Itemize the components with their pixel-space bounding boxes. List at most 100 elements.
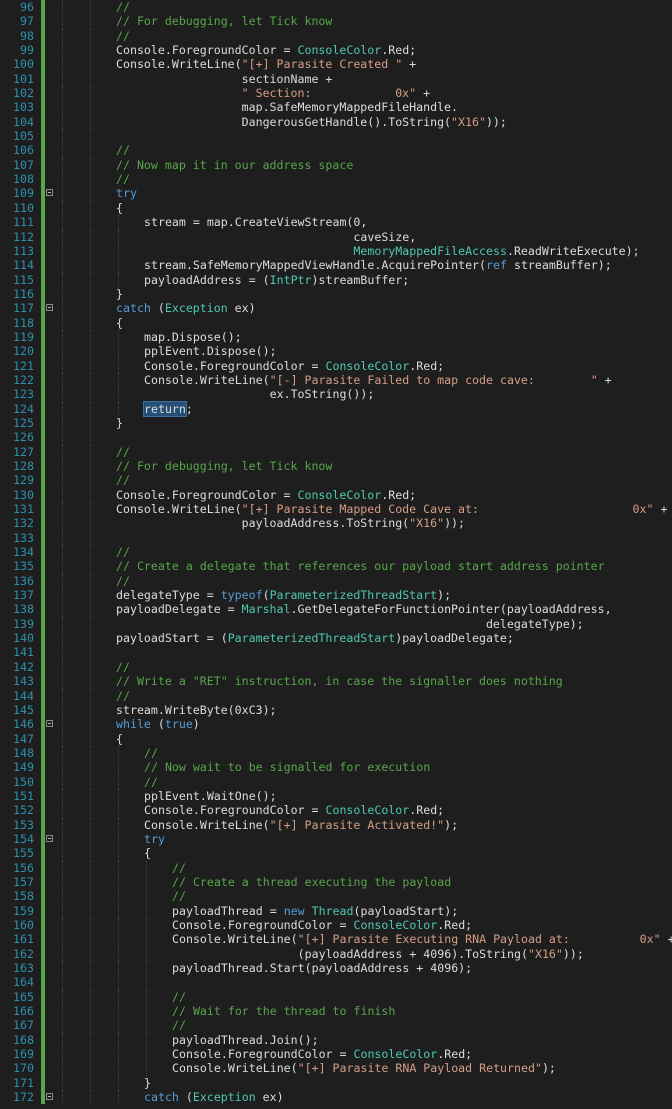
code-line[interactable]: 124 return; (0, 400, 672, 417)
code-line[interactable]: 149 // Now wait to be signalled for execu… (0, 760, 672, 775)
indent-guide (90, 831, 91, 847)
code-line[interactable]: 128 // For debugging, let Tick know (0, 459, 672, 474)
code-line[interactable]: 107 // Now map it in our address space (0, 157, 672, 173)
code-line[interactable]: 102 " Section: 0x" + (0, 86, 672, 101)
code-string: "[+] Parasite Created " (241, 57, 403, 72)
code-line[interactable]: 97 // For debugging, let Tick know (0, 14, 672, 29)
code-line[interactable]: 163 payloadThread.Start(payloadAddress + … (0, 961, 672, 976)
code-line[interactable]: 122 Console.WriteLine("[-] Parasite Faile… (0, 372, 672, 388)
code-line[interactable]: 131 Console.WriteLine("[+] Parasite Mappe… (0, 502, 672, 517)
code-line[interactable]: 172 catch (Exception ex) (0, 1090, 672, 1105)
code-line[interactable]: 130 Console.ForegroundColor = ConsoleColo… (0, 487, 672, 503)
code-line[interactable]: 162 (payloadAddress + 4096).ToString("X1… (0, 946, 672, 962)
code-line[interactable]: 111 stream = map.CreateViewStream(0, (0, 215, 672, 230)
line-number: 163 (13, 961, 34, 976)
code-line[interactable]: 112 caveSize, (0, 229, 672, 244)
code-line[interactable]: 164 (0, 975, 672, 990)
code-line[interactable]: 170 Console.WriteLine("[+] Parasite RNA P… (0, 1061, 672, 1076)
indent-guide (62, 975, 63, 990)
code-line[interactable]: 96 // (0, 0, 672, 15)
collapse-icon[interactable] (46, 189, 53, 197)
code-line[interactable]: 148 // (0, 745, 672, 761)
code-line[interactable]: 132 payloadAddress.ToString("X16")); (0, 516, 672, 531)
code-line[interactable]: 146 while (true) (0, 717, 672, 732)
code-content: payloadDelegate = Marshal.GetDelegateFor… (116, 602, 612, 616)
code-line[interactable]: 167 // (0, 1018, 672, 1033)
code-line[interactable]: 160 Console.ForegroundColor = ConsoleColo… (0, 918, 672, 933)
code-line[interactable]: 138 payloadDelegate = Marshal.GetDelegate… (0, 602, 672, 617)
code-line[interactable]: 140 payloadStart = (ParameterizedThreadSt… (0, 631, 672, 646)
code-line[interactable]: 118 { (0, 315, 672, 330)
code-line[interactable]: 137 delegateType = typeof(ParameterizedTh… (0, 588, 672, 603)
code-line[interactable]: 158 // (0, 889, 672, 904)
code-line[interactable]: 99 Console.ForegroundColor = ConsoleColor… (0, 43, 672, 58)
code-line[interactable]: 142 // (0, 659, 672, 675)
collapse-icon[interactable] (46, 834, 53, 842)
code-line[interactable]: 105 (0, 129, 672, 144)
collapse-icon[interactable] (46, 720, 53, 728)
code-line[interactable]: 108 // (0, 172, 672, 187)
code-line[interactable]: 153 Console.WriteLine("[+] Parasite Activ… (0, 817, 672, 832)
code-line[interactable]: 155 { (0, 846, 672, 861)
code-line[interactable]: 120 pplEvent.Dispose(); (0, 344, 672, 359)
code-content: caveSize, (144, 230, 416, 244)
code-line[interactable]: 123 ex.ToString()); (0, 387, 672, 402)
code-line[interactable]: 147 { (0, 731, 672, 746)
code-line[interactable]: 151 pplEvent.WaitOne(); (0, 788, 672, 804)
code-line[interactable]: 104 DangerousGetHandle().ToString("X16")… (0, 114, 672, 130)
code-line[interactable]: 110 { (0, 200, 672, 216)
code-line[interactable]: 141 (0, 645, 672, 660)
code-line[interactable]: 154 try (0, 831, 672, 847)
code-line[interactable]: 166 // Wait for the thread to finish (0, 1004, 672, 1019)
code-line[interactable]: 134 // (0, 545, 672, 560)
code-line[interactable]: 117 catch (Exception ex) (0, 301, 672, 316)
code-line[interactable]: 161 Console.WriteLine("[+] Parasite Execu… (0, 932, 672, 947)
indent-guide (146, 889, 147, 904)
code-line[interactable]: 133 (0, 530, 672, 546)
code-line[interactable]: 127 // (0, 444, 672, 459)
code-line[interactable]: 156 // (0, 860, 672, 875)
code-line[interactable]: 101 sectionName + (0, 71, 672, 87)
code-content: stream.WriteByte(0xC3); (116, 703, 277, 717)
code-line[interactable]: 106 // (0, 143, 672, 158)
code-type: ConsoleColor (325, 358, 410, 373)
collapse-icon[interactable] (46, 304, 53, 312)
code-line[interactable]: 116} (0, 286, 672, 302)
code-line[interactable]: 109 try (0, 186, 672, 201)
indent-guide (62, 415, 63, 431)
code-line[interactable]: 165 // (0, 989, 672, 1005)
code-line[interactable]: 171} (0, 1075, 672, 1091)
code-line[interactable]: 169 Console.ForegroundColor = ConsoleColo… (0, 1047, 672, 1062)
code-editor[interactable]: 96 // 97 // For debugging, let Tick know 98 /… (0, 0, 672, 1109)
collapse-icon[interactable] (46, 1093, 53, 1101)
line-number: 100 (13, 57, 34, 72)
code-line[interactable]: 157 // Create a thread executing the payl… (0, 874, 672, 890)
code-line[interactable]: 145 stream.WriteByte(0xC3); (0, 702, 672, 718)
code-line[interactable]: 136 // (0, 573, 672, 589)
code-line[interactable]: 144 // (0, 688, 672, 703)
code-line[interactable]: 113 MemoryMappedFileAccess.ReadWriteExec… (0, 243, 672, 259)
code-type: ParameterizedThreadStart (269, 588, 438, 603)
line-number: 121 (13, 358, 34, 373)
code-line[interactable]: 98 // (0, 28, 672, 44)
code-line[interactable]: 143 // Write a "RET" instruction, in case… (0, 674, 672, 689)
code-line[interactable]: 139 delegateType); (0, 616, 672, 632)
code-line[interactable]: 126 (0, 430, 672, 445)
code-line[interactable]: 150 // (0, 774, 672, 789)
indent-guide (146, 932, 147, 947)
code-line[interactable]: 114 stream.SafeMemoryMappedViewHandle.Acq… (0, 258, 672, 273)
code-line[interactable]: 159 payloadThread = new Thread(payloadSta… (0, 903, 672, 918)
change-marker (41, 229, 45, 244)
code-line[interactable]: 135 // Create a delegate that references … (0, 559, 672, 574)
code-line[interactable]: 121 Console.ForegroundColor = ConsoleColo… (0, 358, 672, 373)
code-line[interactable]: 119 map.Dispose(); (0, 329, 672, 345)
code-line[interactable]: 125} (0, 415, 672, 431)
code-keyword: true (164, 717, 193, 732)
code-line[interactable]: 168 payloadThread.Join(); (0, 1032, 672, 1048)
code-line[interactable]: 115 payloadAddress = (IntPtr)streamBuffer… (0, 272, 672, 287)
code-line[interactable]: 100 Console.WriteLine("[+] Parasite Creat… (0, 57, 672, 72)
code-line[interactable]: 129 // (0, 473, 672, 488)
code-line[interactable]: 103 map.SafeMemoryMappedFileHandle. (0, 100, 672, 115)
code-line[interactable]: 152 Console.ForegroundColor = ConsoleColo… (0, 803, 672, 818)
